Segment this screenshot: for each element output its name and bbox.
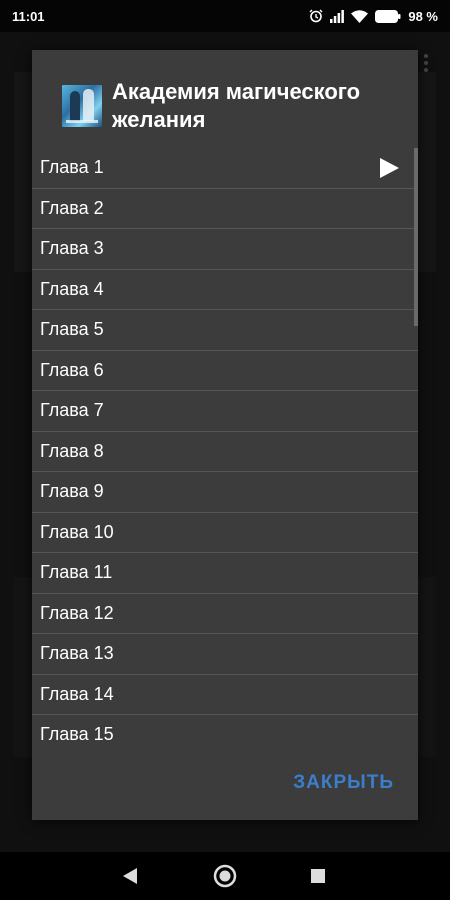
chapter-label: Глава 5 [40, 319, 104, 340]
status-time: 11:01 [12, 8, 45, 24]
chapter-item[interactable]: Глава 8 [32, 432, 418, 472]
status-bar: 11:01 98 % [0, 0, 450, 32]
chapter-label: Глава 1 [40, 157, 104, 178]
wifi-icon [351, 9, 369, 23]
chapter-label: Глава 7 [40, 400, 104, 421]
chapter-label: Глава 14 [40, 683, 114, 704]
chapter-label: Глава 8 [40, 440, 104, 461]
chapter-item[interactable]: Глава 14 [32, 675, 418, 715]
battery-icon [375, 9, 401, 23]
chapter-label: Глава 10 [40, 521, 114, 542]
chapter-item[interactable]: Глава 4 [32, 270, 418, 310]
scrollbar[interactable] [414, 148, 418, 326]
navigation-bar [0, 852, 450, 900]
chapter-label: Глава 4 [40, 278, 104, 299]
chapter-item[interactable]: Глава 15 [32, 715, 418, 750]
chapter-item[interactable]: Глава 11 [32, 553, 418, 594]
recents-icon[interactable] [304, 862, 332, 890]
chapter-item[interactable]: Глава 6 [32, 351, 418, 391]
back-icon[interactable] [116, 862, 144, 890]
more-options-icon [424, 54, 428, 75]
chapter-label: Глава 2 [40, 197, 104, 218]
chapter-label: Глава 15 [40, 724, 114, 745]
chapter-list[interactable]: Глава 1 Глава 2 Глава 3 Глава 4 Глава 5 … [32, 148, 418, 750]
alarm-icon [309, 9, 323, 23]
chapter-item[interactable]: Глава 2 [32, 189, 418, 229]
chapter-label: Глава 6 [40, 359, 104, 380]
chapter-label: Глава 9 [40, 481, 104, 502]
dialog-header: Академия магического желания [32, 50, 418, 148]
chapter-item[interactable]: Глава 13 [32, 634, 418, 675]
signal-icon [330, 9, 345, 23]
play-icon[interactable] [378, 157, 400, 184]
chapter-label: Глава 3 [40, 238, 104, 259]
dialog-title: Академия магического желания [112, 79, 361, 132]
close-button[interactable]: ЗАКРЫТЬ [293, 772, 394, 794]
status-icons: 98 % [309, 9, 438, 24]
chapter-item[interactable]: Глава 1 [32, 148, 418, 189]
chapter-label: Глава 12 [40, 602, 114, 623]
chapter-item[interactable]: Глава 3 [32, 229, 418, 270]
chapter-item[interactable]: Глава 10 [32, 513, 418, 553]
battery-level: 98 % [408, 8, 438, 24]
chapter-item[interactable]: Глава 9 [32, 472, 418, 513]
chapter-label: Глава 13 [40, 643, 114, 664]
chapter-item[interactable]: Глава 7 [32, 391, 418, 432]
home-icon[interactable] [211, 862, 239, 890]
chapters-dialog: Академия магического желания Глава 1 Гла… [32, 50, 418, 820]
chapter-item[interactable]: Глава 12 [32, 594, 418, 634]
chapter-item[interactable]: Глава 5 [32, 310, 418, 351]
book-cover-image [62, 85, 102, 127]
chapter-label: Глава 11 [40, 562, 113, 583]
